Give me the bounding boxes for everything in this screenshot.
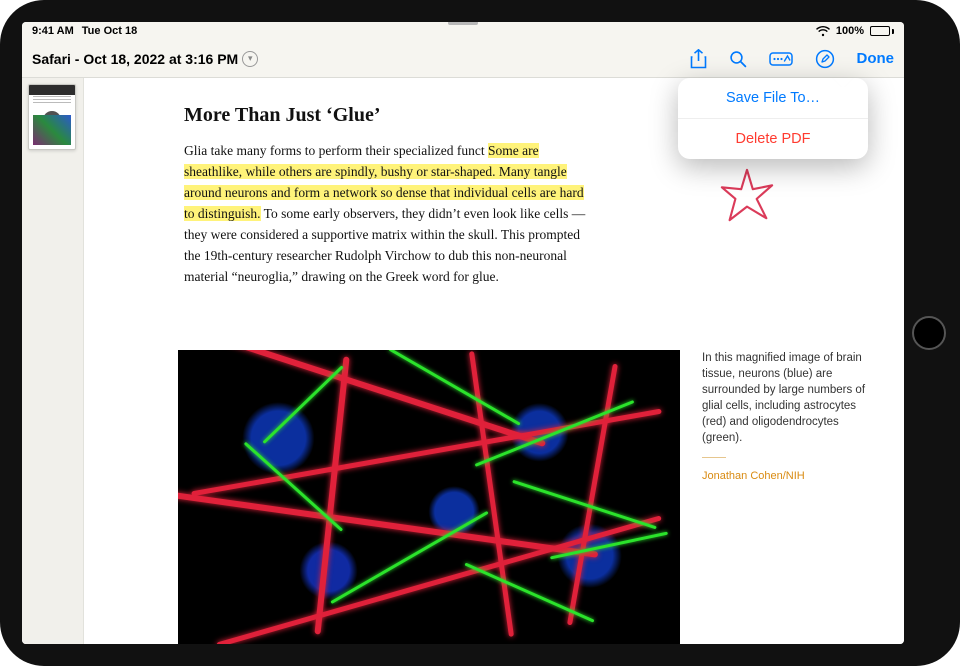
ipad-device-frame: 9:41 AM Tue Oct 18 100% Safari - Oct 18,… (0, 0, 960, 666)
screen: 9:41 AM Tue Oct 18 100% Safari - Oct 18,… (22, 22, 904, 644)
status-date: Tue Oct 18 (82, 25, 137, 37)
caption-text: In this magnified image of brain tissue,… (702, 352, 865, 444)
multitask-grabber[interactable] (448, 22, 478, 25)
page-thumbnail[interactable]: ••• (28, 84, 76, 150)
document-page[interactable]: More Than Just ‘Glue’ Glia take many for… (84, 78, 904, 644)
done-button[interactable]: Done (857, 50, 895, 67)
search-button[interactable] (729, 50, 747, 68)
share-button[interactable] (690, 49, 707, 69)
search-icon (729, 50, 747, 68)
caption-credit: Jonathan Cohen/NIH (702, 470, 805, 482)
caption-divider (702, 457, 726, 458)
content-area: ••• More Than Just ‘Glue’ Glia take many… (22, 78, 904, 644)
thumbnail-more-icon[interactable]: ••• (43, 111, 61, 129)
done-popover-menu: Save File To… Delete PDF (678, 78, 868, 159)
drawn-star-annotation[interactable] (718, 166, 776, 224)
markup-icon (769, 50, 793, 68)
status-time: 9:41 AM (32, 25, 74, 37)
share-icon (690, 49, 707, 69)
autofill-pen-circle-icon (815, 49, 835, 69)
autofill-pen-button[interactable] (815, 49, 835, 69)
markup-button[interactable] (769, 50, 793, 68)
chevron-down-icon: ▾ (242, 51, 258, 67)
home-button[interactable] (912, 316, 946, 350)
wifi-icon (816, 26, 830, 37)
article-figure (178, 350, 680, 644)
page-thumbnail-sidebar[interactable]: ••• (22, 78, 84, 644)
battery-icon (870, 26, 894, 36)
status-bar: 9:41 AM Tue Oct 18 100% (22, 22, 904, 40)
battery-percent: 100% (836, 25, 864, 37)
save-file-to-item[interactable]: Save File To… (678, 78, 868, 118)
article-paragraph: Glia take many forms to perform their sp… (184, 141, 594, 287)
paragraph-intro: Glia take many forms to perform their sp… (184, 143, 485, 158)
figure-caption: In this magnified image of brain tissue,… (702, 350, 874, 484)
document-title-dropdown[interactable]: Safari - Oct 18, 2022 at 3:16 PM ▾ (32, 51, 258, 67)
document-title: Safari - Oct 18, 2022 at 3:16 PM (32, 51, 238, 67)
delete-pdf-item[interactable]: Delete PDF (678, 118, 868, 159)
document-toolbar: Safari - Oct 18, 2022 at 3:16 PM ▾ Done (22, 40, 904, 78)
